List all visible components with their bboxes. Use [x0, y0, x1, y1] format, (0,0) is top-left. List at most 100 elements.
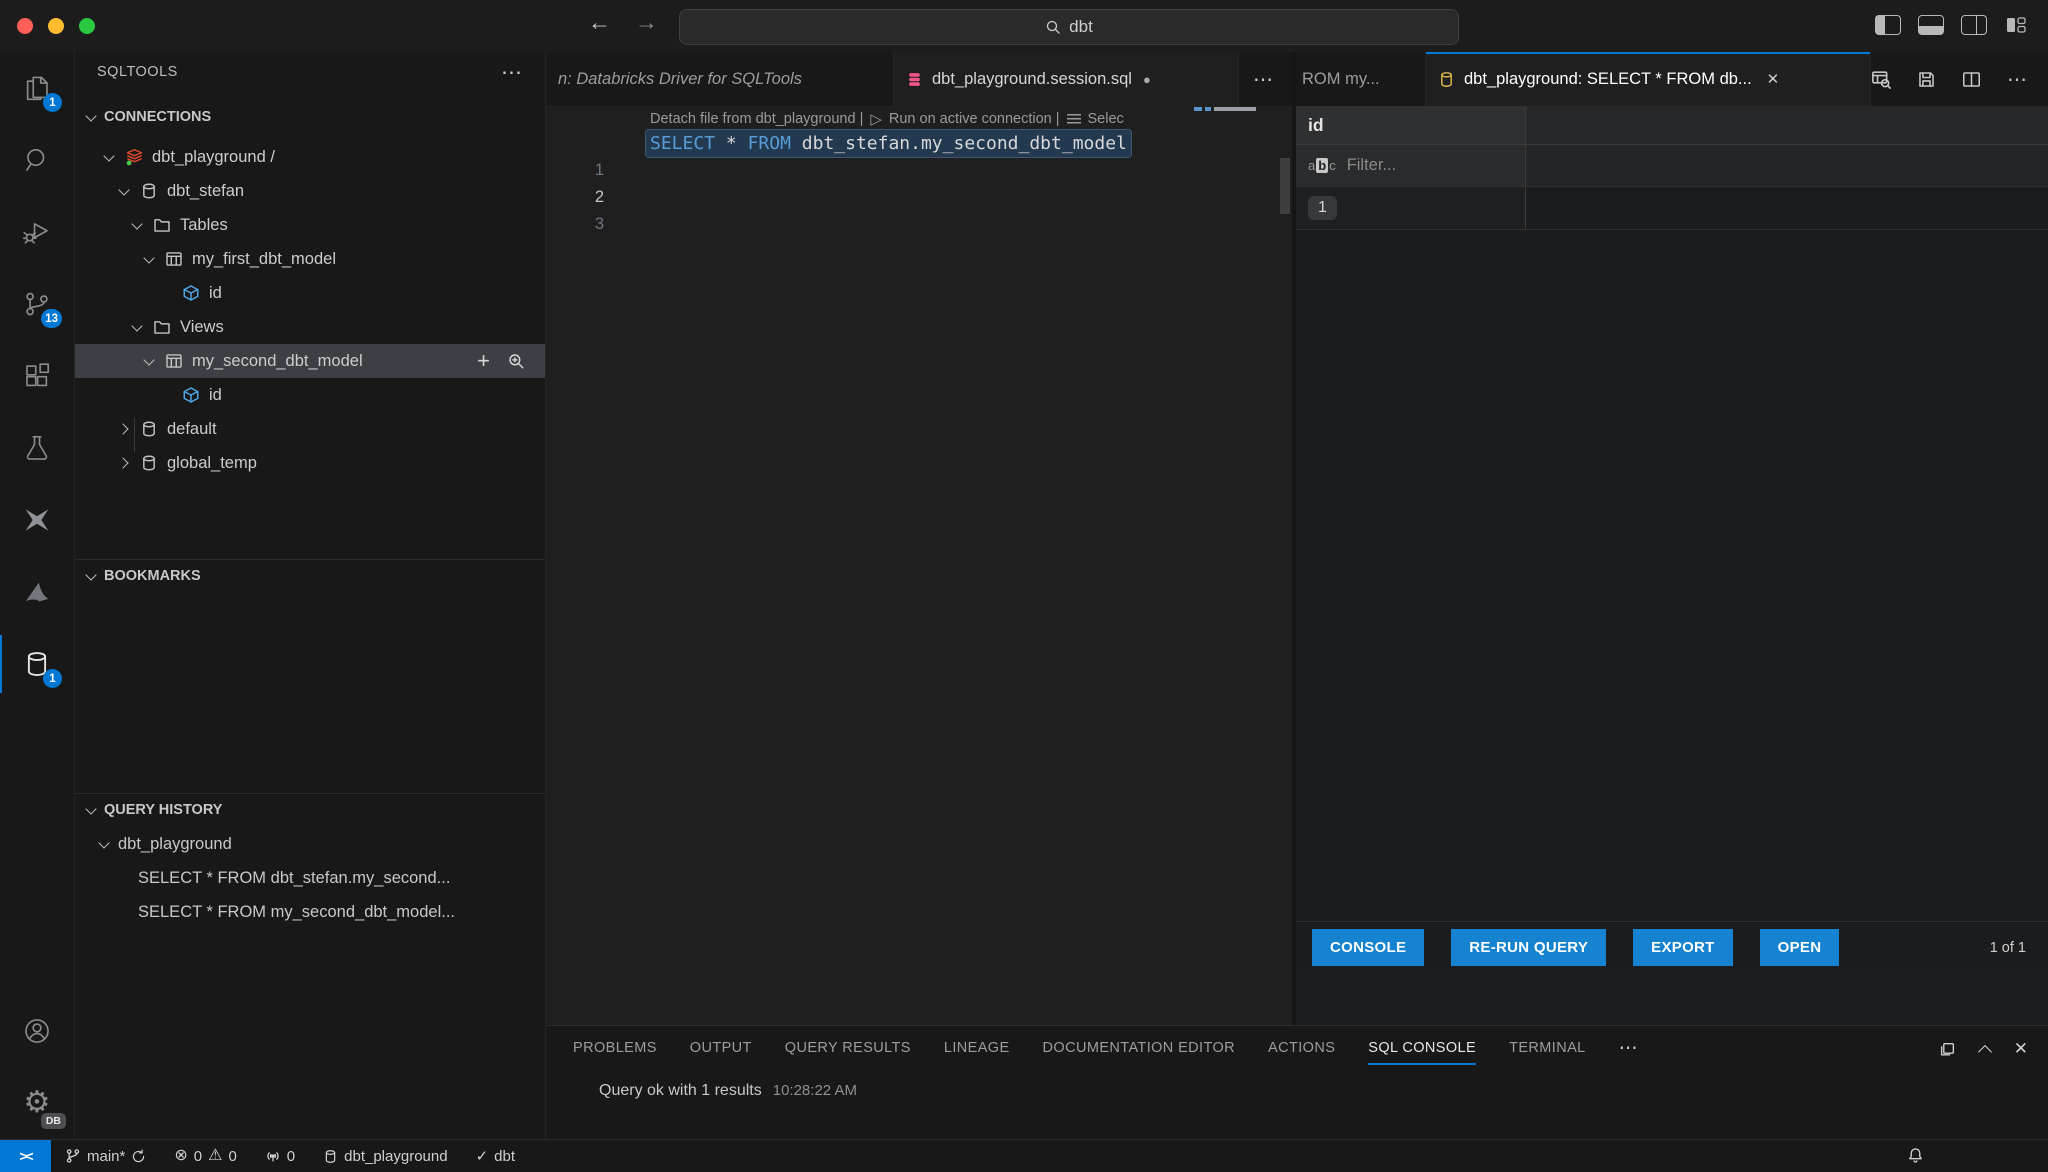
match-case-abc-icon[interactable]: abc	[1308, 158, 1336, 173]
ports-status-item[interactable]: 0	[265, 1148, 295, 1165]
tree-item-tables-folder[interactable]: Tables	[75, 208, 545, 242]
settings-gear-icon[interactable]: ⚙ DB	[0, 1067, 74, 1139]
dbt-x-extension-icon[interactable]	[0, 484, 74, 556]
chevron-down-icon	[129, 217, 145, 233]
chevron-down-icon	[83, 802, 99, 818]
source-control-icon[interactable]: 13	[0, 268, 74, 340]
a-extension-icon[interactable]	[0, 556, 74, 628]
search-view-icon[interactable]	[0, 124, 74, 196]
split-editor-icon[interactable]	[1962, 70, 1981, 89]
toggle-secondary-sidebar-icon[interactable]	[1961, 15, 1987, 35]
sidebar-more-icon[interactable]: ⋯	[501, 60, 523, 85]
editor-scrollbar[interactable]	[1280, 158, 1290, 214]
zoom-window-button[interactable]	[79, 18, 95, 34]
pagination-label: 1 of 1	[1990, 940, 2026, 956]
save-icon[interactable]	[1917, 70, 1936, 89]
history-connection-dbt-playground[interactable]: dbt_playground	[75, 827, 545, 861]
traffic-lights	[17, 18, 95, 34]
tab-documentation-editor[interactable]: DOCUMENTATION EDITOR	[1043, 1026, 1235, 1070]
minimize-window-button[interactable]	[48, 18, 64, 34]
run-play-icon[interactable]: ▷	[870, 110, 882, 128]
tree-item-default-schema[interactable]: default	[75, 412, 545, 446]
extensions-icon[interactable]	[0, 340, 74, 412]
tab-problems[interactable]: PROBLEMS	[573, 1026, 657, 1070]
sql-keyword: FROM	[748, 133, 791, 154]
filter-input[interactable]	[1345, 155, 1499, 176]
codelens-detach-link[interactable]: Detach file from dbt_playground |	[650, 111, 863, 127]
tab-lineage[interactable]: LINEAGE	[944, 1026, 1010, 1070]
editor-actions-more-icon[interactable]: ⋯	[2007, 67, 2028, 92]
codelens-run-link[interactable]: Run on active connection |	[889, 111, 1060, 127]
explorer-icon[interactable]: 1	[0, 52, 74, 124]
results-header-row: id	[1296, 106, 2048, 145]
history-query-item[interactable]: SELECT * FROM my_second_dbt_model...	[75, 895, 545, 929]
remote-indicator[interactable]: ><	[0, 1140, 51, 1172]
radio-tower-icon	[265, 1148, 281, 1164]
tab-actions[interactable]: ACTIONS	[1268, 1026, 1335, 1070]
tab-terminal[interactable]: TERMINAL	[1509, 1026, 1586, 1070]
connections-section-header[interactable]: CONNECTIONS	[75, 100, 545, 134]
close-window-button[interactable]	[17, 18, 33, 34]
tab-truncated-results[interactable]: ROM my...	[1296, 52, 1426, 106]
maximize-panel-chevron-icon[interactable]	[1978, 1044, 1992, 1058]
list-selection-icon[interactable]	[1067, 114, 1081, 124]
toggle-panel-icon[interactable]	[1918, 15, 1944, 35]
tree-item-dbt-playground[interactable]: dbt_playground /	[75, 140, 545, 174]
zoom-preview-icon[interactable]	[507, 352, 525, 370]
tree-item-dbt-stefan[interactable]: dbt_stefan	[75, 174, 545, 208]
query-history-section-header[interactable]: QUERY HISTORY	[75, 793, 545, 827]
column-header-id[interactable]: id	[1296, 106, 1526, 144]
code-editor[interactable]: 1 SELECT * FROM dbt_stefan.my_second_dbt…	[546, 130, 1292, 211]
tree-item-global-temp-schema[interactable]: global_temp	[75, 446, 545, 480]
dbt-status-item[interactable]: ✓ dbt	[476, 1147, 515, 1165]
tree-item-views-folder[interactable]: Views	[75, 310, 545, 344]
history-query-item[interactable]: SELECT * FROM dbt_stefan.my_second...	[75, 861, 545, 895]
remote-icon: ><	[19, 1148, 31, 1164]
tab-query-results[interactable]: QUERY RESULTS	[785, 1026, 911, 1070]
export-button[interactable]: EXPORT	[1633, 929, 1732, 966]
tab-databricks-driver[interactable]: n: Databricks Driver for SQLTools	[546, 52, 894, 106]
panel-tabs-more-icon[interactable]: ⋯	[1619, 1037, 1639, 1060]
sync-icon[interactable]	[131, 1149, 146, 1164]
toggle-sidebar-icon[interactable]	[1875, 15, 1901, 35]
notifications-bell-icon[interactable]	[1907, 1147, 1924, 1164]
rerun-query-button[interactable]: RE-RUN QUERY	[1451, 929, 1606, 966]
tab-overflow-more-icon[interactable]: ⋯	[1239, 52, 1288, 106]
branch-status-item[interactable]: main*	[65, 1148, 146, 1165]
bookmarks-section-header[interactable]: BOOKMARKS	[75, 559, 545, 593]
tab-sql-console[interactable]: SQL CONSOLE	[1368, 1026, 1476, 1070]
tree-item-my-first-dbt-model[interactable]: my_first_dbt_model	[75, 242, 545, 276]
tree-item-id-column[interactable]: id	[75, 378, 545, 412]
tree-item-my-second-dbt-model[interactable]: my_second_dbt_model +	[75, 344, 545, 378]
forward-icon[interactable]: →	[635, 9, 658, 36]
cell-id-value[interactable]: 1	[1308, 196, 1337, 220]
customize-layout-icon[interactable]	[2004, 15, 2028, 35]
connection-status-item[interactable]: dbt_playground	[323, 1148, 447, 1165]
codelens-select-link[interactable]: Selec	[1088, 111, 1124, 127]
command-center-search[interactable]: dbt	[679, 9, 1459, 45]
close-panel-icon[interactable]: ✕	[2014, 1039, 2028, 1059]
back-icon[interactable]: ←	[588, 9, 611, 36]
console-timestamp: 10:28:22 AM	[773, 1082, 857, 1099]
open-button[interactable]: OPEN	[1760, 929, 1840, 966]
minimap[interactable]	[1194, 107, 1260, 111]
console-button[interactable]: CONSOLE	[1312, 929, 1424, 966]
tab-session-sql[interactable]: dbt_playground.session.sql ●	[894, 52, 1239, 106]
move-panel-icon[interactable]	[1939, 1041, 1956, 1058]
tree-item-id-column[interactable]: id	[75, 276, 545, 310]
results-data-row[interactable]: 1	[1296, 187, 2048, 230]
open-query-results-icon[interactable]	[1871, 69, 1891, 89]
close-icon[interactable]: ✕	[1767, 70, 1780, 88]
add-to-cursor-icon[interactable]: +	[477, 350, 490, 372]
modified-dot-icon[interactable]: ●	[1143, 72, 1151, 87]
problems-status-item[interactable]: ⊗ 0 ⚠ 0	[174, 1148, 236, 1165]
branch-label: main*	[87, 1148, 125, 1165]
sqltools-icon[interactable]: 1	[0, 628, 74, 700]
accounts-icon[interactable]	[0, 995, 74, 1067]
folder-icon	[153, 318, 172, 337]
testing-beaker-icon[interactable]	[0, 412, 74, 484]
tab-output[interactable]: OUTPUT	[690, 1026, 752, 1070]
run-debug-icon[interactable]	[0, 196, 74, 268]
tab-results-dbt-playground[interactable]: dbt_playground: SELECT * FROM db... ✕	[1426, 52, 1871, 106]
status-bar: >< main* ⊗ 0 ⚠ 0 0 dbt_pla	[0, 1139, 2048, 1172]
